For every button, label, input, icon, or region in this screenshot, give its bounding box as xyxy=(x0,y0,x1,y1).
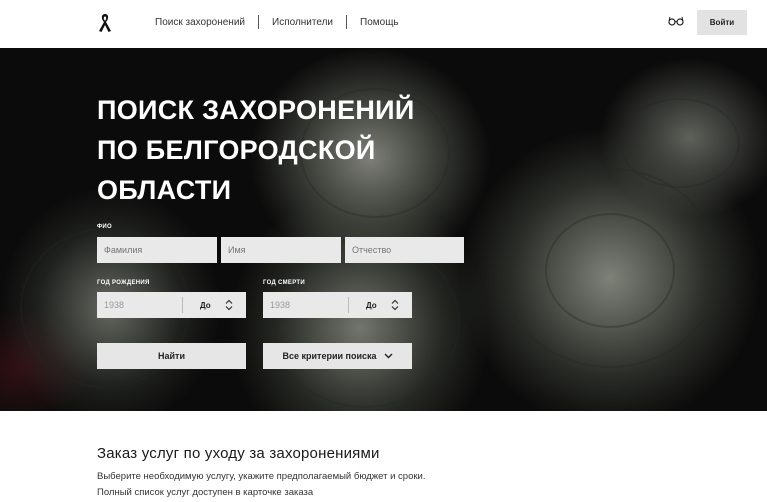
services-description: Выберите необходимую услугу, укажите пре… xyxy=(97,471,426,482)
nav-link-burial-search[interactable]: Поиск захоронений xyxy=(155,17,245,28)
death-year-from[interactable]: 1938 xyxy=(263,297,349,313)
chevron-down-icon xyxy=(384,353,392,359)
up-down-arrows-icon[interactable] xyxy=(391,299,399,311)
ribbon-icon[interactable] xyxy=(95,11,115,33)
title-line: ОБЛАСТИ xyxy=(97,175,232,205)
all-criteria-label: Все критерии поиска xyxy=(282,351,377,361)
death-year-label: ГОД СМЕРТИ xyxy=(263,280,306,286)
login-button[interactable]: Войти xyxy=(697,10,747,35)
services-note: Полный список услуг доступен в карточке … xyxy=(97,487,314,498)
nav-link-help[interactable]: Помощь xyxy=(360,17,399,28)
services-heading: Заказ услуг по уходу за захоронениями xyxy=(97,445,380,462)
services-section: Заказ услуг по уходу за захоронениями Вы… xyxy=(0,411,767,502)
birth-year-label: ГОД РОЖДЕНИЯ xyxy=(97,280,150,286)
glasses-icon[interactable] xyxy=(668,16,684,26)
nav-divider xyxy=(258,15,259,29)
fio-label: ФИО xyxy=(97,224,113,230)
all-criteria-button[interactable]: Все критерии поиска xyxy=(263,343,412,369)
site-header: Поиск захоронений Исполнители Помощь Вой… xyxy=(0,0,767,48)
birth-year-from[interactable]: 1938 xyxy=(97,297,183,313)
up-down-arrows-icon[interactable] xyxy=(225,299,233,311)
page-title: ПОИСК ЗАХОРОНЕНИЙ ПО БЕЛГОРОДСКОЙ ОБЛАСТ… xyxy=(97,90,477,210)
death-year-to[interactable]: До xyxy=(349,301,377,310)
surname-input[interactable] xyxy=(97,237,217,263)
nav-divider xyxy=(346,15,348,29)
title-line: ПОИСК ЗАХОРОНЕНИЙ xyxy=(97,95,415,125)
search-button[interactable]: Найти xyxy=(97,343,246,369)
patronymic-input[interactable] xyxy=(345,237,464,263)
nav-link-performers[interactable]: Исполнители xyxy=(272,17,333,28)
birth-year-to[interactable]: До xyxy=(183,301,211,310)
birth-year-range[interactable]: 1938 До xyxy=(97,292,246,318)
death-year-range[interactable]: 1938 До xyxy=(263,292,412,318)
main-nav: Поиск захоронений Исполнители Помощь xyxy=(155,15,399,29)
title-line: ПО БЕЛГОРОДСКОЙ xyxy=(97,135,376,165)
name-input[interactable] xyxy=(221,237,341,263)
hero-section: ПОИСК ЗАХОРОНЕНИЙ ПО БЕЛГОРОДСКОЙ ОБЛАСТ… xyxy=(0,48,767,411)
